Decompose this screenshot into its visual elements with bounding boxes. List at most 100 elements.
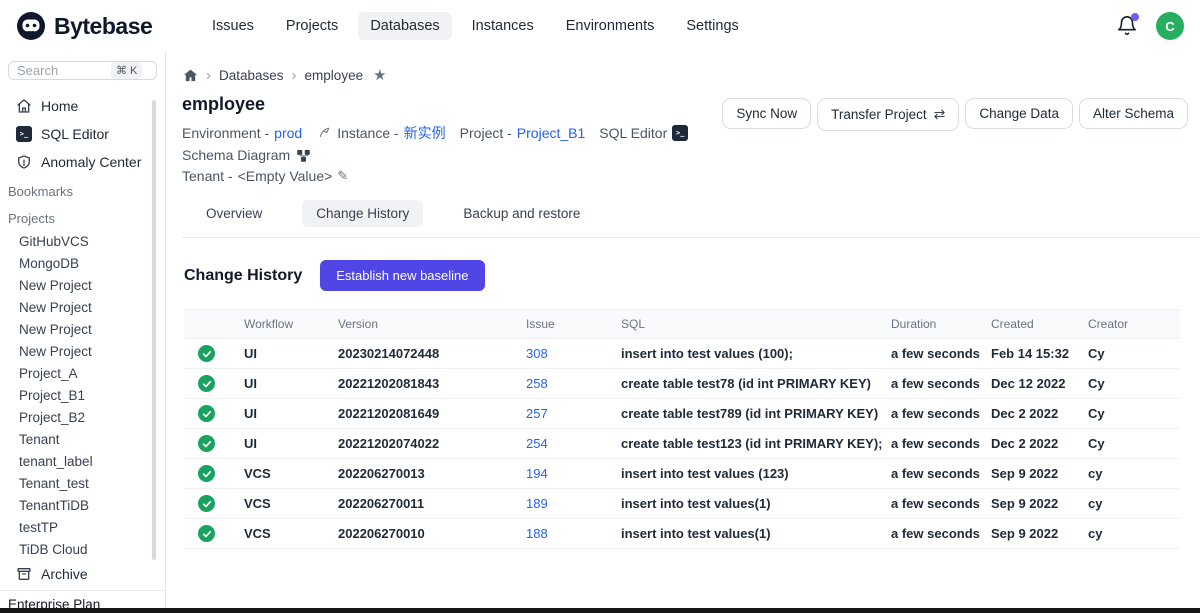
duration-cell: a few seconds (883, 429, 983, 459)
tab[interactable]: Change History (302, 200, 423, 227)
notification-dot (1131, 13, 1139, 21)
chevron-right-icon: › (292, 67, 297, 84)
status-cell (184, 429, 236, 459)
issue-link[interactable]: 257 (526, 406, 548, 421)
instance-meta: Instance - 新实例 (316, 123, 445, 143)
sidebar-project-item[interactable]: MongoDB (19, 252, 165, 274)
environment-link[interactable]: prod (274, 125, 302, 141)
search-box[interactable]: ⌘ K (8, 61, 157, 80)
top-nav-item[interactable]: Settings (674, 12, 750, 40)
schema-diagram-link[interactable]: Schema Diagram (182, 147, 311, 163)
success-check-icon (198, 345, 215, 362)
transfer-icon: ⇄ (934, 106, 946, 123)
sql-editor-link[interactable]: SQL Editor >_ (599, 125, 688, 141)
issue-link[interactable]: 194 (526, 466, 548, 481)
table-row[interactable]: UI 20221202074022 254 create table test1… (184, 429, 1180, 459)
issue-link[interactable]: 254 (526, 436, 548, 451)
top-nav-item[interactable]: Issues (200, 12, 266, 40)
table-row[interactable]: UI 20221202081649 257 create table test7… (184, 399, 1180, 429)
sidebar-item-home[interactable]: Home (0, 92, 165, 120)
home-breadcrumb-icon[interactable] (182, 67, 198, 83)
sidebar-project-item[interactable]: Project_B1 (19, 384, 165, 406)
terminal-icon: >_ (672, 125, 688, 141)
workflow-cell: VCS (236, 459, 330, 489)
project-link[interactable]: Project_B1 (517, 125, 585, 141)
col-created: Created (983, 310, 1080, 339)
avatar[interactable]: C (1156, 12, 1184, 40)
home-icon (16, 98, 32, 114)
success-check-icon (198, 405, 215, 422)
col-workflow: Workflow (236, 310, 330, 339)
issue-link[interactable]: 189 (526, 496, 548, 511)
project-meta: Project - Project_B1 (460, 125, 586, 141)
establish-baseline-button[interactable]: Establish new baseline (320, 260, 484, 291)
issue-link[interactable]: 258 (526, 376, 548, 391)
issue-link[interactable]: 308 (526, 346, 548, 361)
top-nav-item[interactable]: Instances (460, 12, 546, 40)
success-check-icon (198, 495, 215, 512)
search-input[interactable] (17, 63, 107, 78)
terminal-icon: >_ (16, 126, 32, 142)
col-creator: Creator (1080, 310, 1180, 339)
sidebar-scrollbar[interactable] (152, 100, 156, 560)
breadcrumb-databases[interactable]: Databases (219, 68, 284, 83)
db-action-button[interactable]: Alter Schema (1079, 98, 1188, 129)
projects-section-label: Projects (0, 203, 165, 230)
issue-cell: 308 (518, 339, 613, 369)
table-row[interactable]: VCS 202206270013 194 insert into test va… (184, 459, 1180, 489)
version-cell: 202206270013 (330, 459, 518, 489)
workflow-cell: VCS (236, 489, 330, 519)
breadcrumb-employee[interactable]: employee (305, 68, 364, 83)
created-cell: Feb 14 15:32 (983, 339, 1080, 369)
notifications-bell-icon[interactable] (1116, 15, 1138, 37)
version-cell: 20230214072448 (330, 339, 518, 369)
issue-cell: 189 (518, 489, 613, 519)
db-action-button[interactable]: Sync Now (722, 98, 811, 129)
issue-link[interactable]: 188 (526, 526, 548, 541)
table-row[interactable]: VCS 202206270010 188 insert into test va… (184, 519, 1180, 549)
duration-cell: a few seconds (883, 369, 983, 399)
creator-cell: cy (1080, 489, 1180, 519)
sidebar-project-item[interactable]: Project_A (19, 362, 165, 384)
table-row[interactable]: UI 20230214072448 308 insert into test v… (184, 339, 1180, 369)
table-row[interactable]: UI 20221202081843 258 create table test7… (184, 369, 1180, 399)
duration-cell: a few seconds (883, 489, 983, 519)
sidebar-project-item[interactable]: New Project (19, 296, 165, 318)
sidebar-item-sql-editor[interactable]: >_ SQL Editor (0, 120, 165, 148)
instance-link[interactable]: 新实例 (404, 123, 446, 143)
sidebar-project-item[interactable]: testTP (19, 516, 165, 538)
sidebar-item-label: Anomaly Center (41, 154, 141, 170)
tab[interactable]: Overview (192, 200, 276, 227)
top-nav-item[interactable]: Projects (274, 12, 350, 40)
status-cell (184, 489, 236, 519)
creator-cell: cy (1080, 519, 1180, 549)
sidebar-project-item[interactable]: GitHubVCS (19, 230, 165, 252)
db-action-button[interactable]: Change Data (965, 98, 1073, 129)
sidebar-project-item[interactable]: TiDB Cloud (19, 538, 165, 560)
bookmark-star-icon[interactable]: ★ (373, 66, 386, 84)
brand-name: Bytebase (54, 13, 152, 40)
sidebar-item-anomaly-center[interactable]: Anomaly Center (0, 148, 165, 176)
tab[interactable]: Backup and restore (449, 200, 594, 227)
change-history-heading: Change History (184, 267, 302, 285)
top-nav-item[interactable]: Environments (554, 12, 667, 40)
sidebar-project-item[interactable]: Tenant_test (19, 472, 165, 494)
sidebar-project-item[interactable]: New Project (19, 340, 165, 362)
top-nav-items: Issues Projects Databases Instances Envi… (200, 12, 1116, 40)
sidebar-item-archive[interactable]: Archive (0, 560, 165, 590)
db-action-button[interactable]: Transfer Project ⇄ (817, 98, 959, 131)
main-content: › Databases › employee ★ employee Enviro… (166, 52, 1200, 608)
sidebar-project-item[interactable]: TenantTiDB (19, 494, 165, 516)
search-shortcut: ⌘ K (111, 62, 142, 79)
table-row[interactable]: VCS 202206270011 189 insert into test va… (184, 489, 1180, 519)
bookmarks-section-label: Bookmarks (0, 176, 165, 203)
sidebar-project-item[interactable]: tenant_label (19, 450, 165, 472)
sidebar-project-item[interactable]: New Project (19, 274, 165, 296)
version-cell: 202206270010 (330, 519, 518, 549)
sidebar-project-item[interactable]: Project_B2 (19, 406, 165, 428)
edit-pencil-icon[interactable]: ✎ (337, 168, 348, 184)
sidebar-project-item[interactable]: New Project (19, 318, 165, 340)
brand[interactable]: Bytebase (16, 11, 186, 41)
top-nav-item[interactable]: Databases (358, 12, 451, 40)
sidebar-project-item[interactable]: Tenant (19, 428, 165, 450)
